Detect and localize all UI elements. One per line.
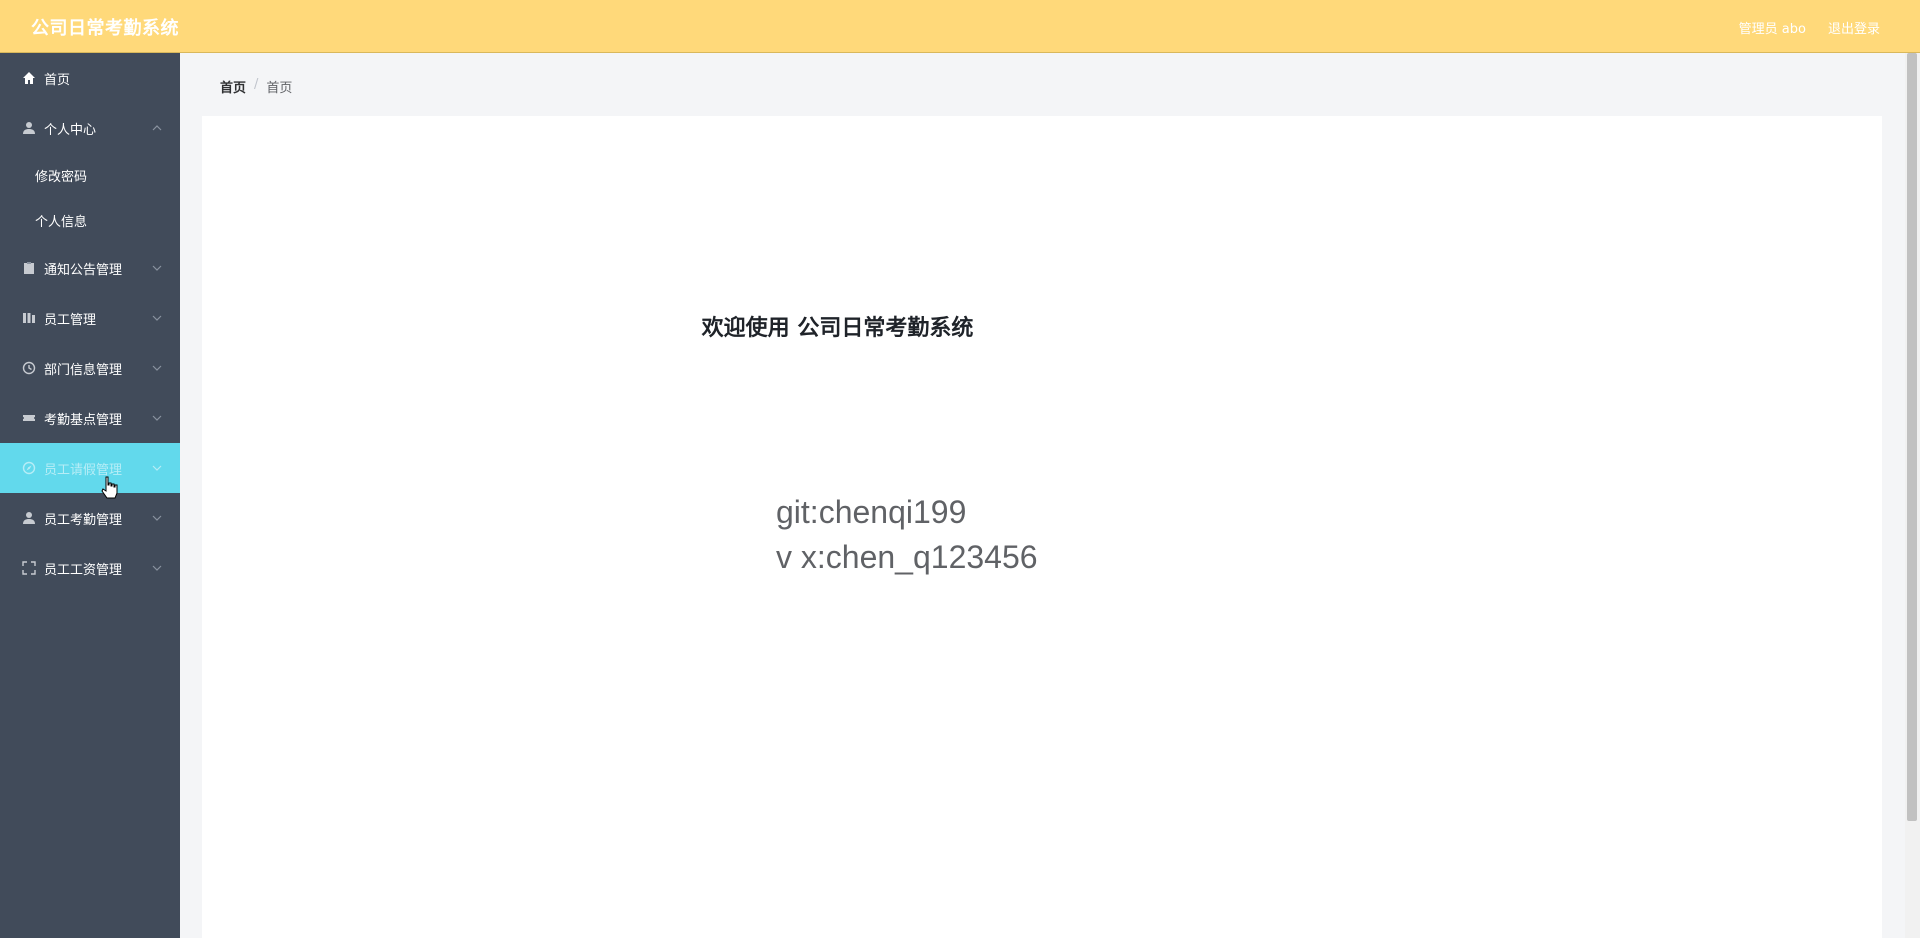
header-user-area: 管理员 abo 退出登录 — [1739, 18, 1880, 37]
sidebar-item-employee-attendance[interactable]: 员工考勤管理 — [0, 493, 180, 543]
breadcrumb-current: 首页 — [266, 81, 293, 96]
breadcrumb-home-link[interactable]: 首页 — [220, 77, 246, 96]
sidebar-item-label: 个人中心 — [44, 122, 97, 138]
top-header: 公司日常考勤系统 管理员 abo 退出登录 — [0, 0, 1920, 53]
welcome-title: 欢迎使用 公司日常考勤系统 — [701, 316, 974, 341]
sidebar-item-notice[interactable]: 通知公告管理 — [0, 243, 180, 293]
sidebar: 首页 个人中心 修改密码 个人信息 通知公告管理 员工管理 部门信息管理 考勤基… — [0, 53, 180, 938]
user-icon — [22, 511, 36, 525]
ticket-icon — [22, 411, 36, 425]
fullscreen-icon — [22, 561, 36, 575]
sidebar-subitem-label: 个人信息 — [35, 215, 88, 230]
vx-text: v x:chen_q123456 — [776, 539, 1038, 575]
clock-icon — [22, 361, 36, 375]
sidebar-item-label: 部门信息管理 — [44, 362, 123, 378]
sidebar-subitem-personal-info[interactable]: 个人信息 — [0, 198, 180, 243]
sidebar-item-label: 首页 — [44, 72, 71, 88]
chevron-up-icon — [152, 123, 162, 133]
chevron-down-icon — [152, 563, 162, 573]
sidebar-item-home[interactable]: 首页 — [0, 53, 180, 103]
sidebar-item-personal-center[interactable]: 个人中心 — [0, 103, 180, 153]
home-icon — [22, 71, 36, 85]
app-title: 公司日常考勤系统 — [31, 18, 179, 39]
scrollbar-thumb[interactable] — [1907, 53, 1917, 821]
sidebar-item-label: 考勤基点管理 — [44, 412, 123, 428]
compass-icon — [22, 461, 36, 475]
sidebar-item-label: 通知公告管理 — [44, 262, 123, 278]
sidebar-item-leave[interactable]: 员工请假管理 — [0, 443, 180, 493]
git-text: git:chenqi199 — [776, 494, 967, 530]
sidebar-item-salary[interactable]: 员工工资管理 — [0, 543, 180, 593]
main-content: 首页 / 首页 — [180, 53, 1905, 938]
hand-cursor-icon — [101, 476, 119, 500]
user-label: 管理员 abo — [1738, 22, 1806, 37]
sidebar-item-label: 员工请假管理 — [44, 462, 123, 478]
welcome-card — [202, 116, 1882, 938]
user-icon — [22, 121, 36, 135]
clipboard-icon — [22, 261, 36, 275]
sidebar-item-department[interactable]: 部门信息管理 — [0, 343, 180, 393]
contact-info: git:chenqi199 v x:chen_q123456 — [776, 490, 1038, 580]
chevron-down-icon — [152, 363, 162, 373]
chevron-down-icon — [152, 513, 162, 523]
chevron-down-icon — [152, 463, 162, 473]
sidebar-item-label: 员工工资管理 — [44, 562, 123, 578]
sidebar-subitem-change-password[interactable]: 修改密码 — [0, 153, 180, 198]
chevron-down-icon — [152, 263, 162, 273]
sidebar-subitem-label: 修改密码 — [35, 170, 88, 185]
page-scrollbar[interactable] — [1905, 53, 1920, 938]
breadcrumb-separator: / — [254, 77, 259, 92]
sidebar-item-attendance-base[interactable]: 考勤基点管理 — [0, 393, 180, 443]
chevron-down-icon — [152, 413, 162, 423]
breadcrumb: 首页 / 首页 — [220, 77, 292, 96]
logout-link[interactable]: 退出登录 — [1828, 18, 1880, 37]
sidebar-item-label: 员工考勤管理 — [44, 512, 123, 528]
